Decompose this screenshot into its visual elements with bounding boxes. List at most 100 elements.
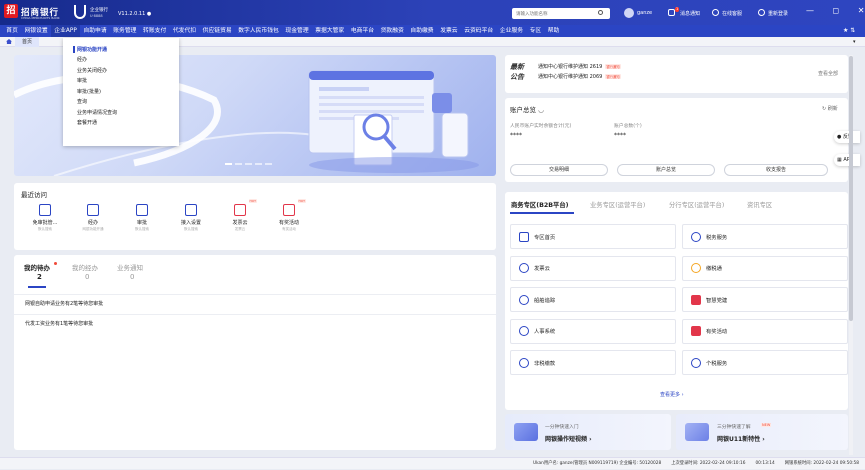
nav-item[interactable]: 云资码平台 — [461, 25, 497, 37]
dropdown-menu: 网银功能开通 经办 业务关闭经办 审批 审批(批量) 查询 业务申请情况查询 套餐开通 — [63, 38, 179, 146]
service-item[interactable]: 非税缴款 — [510, 350, 676, 375]
service-item[interactable]: 有奖活动 — [682, 318, 848, 344]
refresh-button[interactable]: ↻ 刷新 — [822, 105, 838, 112]
dropdown-item[interactable]: 业务申请情况查询 — [77, 109, 117, 116]
tab-branch-zone[interactable]: 分行专区(运营平台) — [669, 200, 724, 209]
announcement-text: 通知中心银行维护通知 2069 — [538, 74, 603, 80]
recent-access-sub: 默认搜索 — [135, 227, 149, 231]
service-item[interactable]: 发票云 — [510, 255, 676, 281]
service-label: 船舶追踪 — [534, 297, 556, 304]
recent-access-item[interactable]: 审批 默认搜索 — [117, 204, 167, 232]
user-icon — [691, 357, 701, 368]
bell-icon[interactable] — [668, 9, 675, 16]
service-item[interactable]: 缴税通 — [682, 255, 848, 281]
dropdown-item[interactable]: 业务关闭经办 — [77, 67, 107, 74]
nav-item[interactable]: 代发代扣 — [170, 25, 200, 37]
recent-access-item[interactable]: HOT 发票云 发票云 — [215, 199, 265, 232]
scrollbar-thumb[interactable] — [849, 56, 853, 321]
ebank-logo-icon — [74, 5, 86, 19]
tab-business-zone[interactable]: 业务专区(运营平台) — [590, 200, 645, 209]
nav-item[interactable]: 贷款融资 — [377, 25, 407, 37]
nav-item[interactable]: 自助申请 — [80, 25, 110, 37]
announcement-more-link[interactable]: 查看全部 — [818, 70, 838, 77]
income-report-button[interactable]: 收支报告 — [724, 164, 828, 176]
announcement-label-line: 最新 — [510, 63, 524, 71]
dropdown-item[interactable]: 查询 — [77, 98, 87, 105]
announcement-item[interactable]: 通知中心银行维护通知 2069 银行通知 — [538, 73, 621, 80]
user-name[interactable]: ganze — [637, 10, 652, 16]
message-notify-button[interactable]: 消息通知 — [680, 10, 700, 17]
nav-item[interactable]: 票据大管家 — [312, 25, 348, 37]
chevron-down-icon[interactable]: ▾ — [853, 39, 856, 45]
nav-extra-icons[interactable]: ★ ⇅ — [843, 25, 855, 37]
feedback-button[interactable]: ● 反馈 — [834, 131, 860, 143]
nav-item[interactable]: 网银设置 — [21, 25, 51, 37]
people-icon — [519, 326, 529, 336]
invoice-icon — [519, 263, 529, 273]
search-icon[interactable] — [598, 10, 603, 15]
online-service-button[interactable]: 在线客服 — [722, 10, 742, 17]
recent-access-item[interactable]: 接入设置 默认搜索 — [166, 204, 216, 232]
nav-item[interactable]: 首页 — [3, 25, 21, 37]
service-item[interactable]: 专区首页 — [510, 224, 676, 249]
nav-item[interactable]: 转账支付 — [140, 25, 170, 37]
nav-item[interactable]: 现金管理 — [282, 25, 312, 37]
nav-item[interactable]: 自助缴费 — [407, 25, 437, 37]
account-overview-title[interactable]: 账户总览 ◡ — [510, 104, 544, 114]
promo-title[interactable]: 网银操作短视频 › — [545, 434, 592, 443]
nav-item[interactable]: 数字人民币钱包 — [235, 25, 282, 37]
rmb-balance-value: **** — [510, 132, 522, 139]
tab-my-todo[interactable]: 我的待办 — [24, 262, 50, 272]
dropdown-item[interactable]: 经办 — [77, 56, 87, 63]
headset-icon[interactable] — [712, 9, 719, 16]
service-item[interactable]: 人事系统 — [510, 318, 676, 344]
service-item[interactable]: 个税服务 — [682, 350, 848, 375]
relogin-icon[interactable] — [758, 9, 765, 16]
tab-business-notice[interactable]: 业务通知 — [117, 262, 143, 272]
dropdown-item[interactable]: 套餐开通 — [77, 119, 97, 126]
service-item[interactable]: 税务服务 — [682, 224, 848, 249]
search-input[interactable] — [512, 8, 610, 19]
transaction-detail-button[interactable]: 交易明细 — [510, 164, 608, 176]
todo-count: 2 — [37, 273, 42, 281]
window-controls[interactable]: — ◻ ✕ — [806, 6, 865, 15]
announcement-tag: 银行通知 — [605, 64, 621, 69]
nav-item[interactable]: 电商平台 — [348, 25, 378, 37]
promo-title[interactable]: 网银U11新特性 › — [717, 434, 765, 443]
document-icon — [87, 204, 99, 216]
dropdown-item[interactable]: 审批 — [77, 77, 87, 84]
service-item[interactable]: 智慧党建 — [682, 287, 848, 312]
notice-count: 0 — [130, 273, 135, 281]
account-overview-button[interactable]: 账户总览 — [617, 164, 715, 176]
gift-icon — [691, 326, 701, 336]
nav-item[interactable]: 供应链贸易 — [199, 25, 235, 37]
nav-item[interactable]: 企业服务 — [497, 25, 527, 37]
recent-access-label: 经办 — [87, 220, 98, 226]
recent-access-sub: 默认搜索 — [184, 227, 198, 231]
dropdown-item[interactable]: 审批(批量) — [77, 88, 101, 95]
nav-item[interactable]: 企业APP — [51, 25, 81, 37]
recent-access-item[interactable]: 免审批管... 默认搜索 — [20, 204, 70, 232]
recent-access-item[interactable]: 经办 网银功能开通 — [68, 204, 118, 232]
active-tab-underline — [510, 212, 574, 214]
tab-info-zone[interactable]: 资讯专区 — [747, 200, 772, 209]
tab-my-handled[interactable]: 我的经办 — [72, 262, 98, 272]
nav-item[interactable]: 帮助 — [545, 25, 563, 37]
recent-access-item[interactable]: HOT 有奖活动 有奖活动 — [264, 199, 314, 232]
recent-access-sub: 默认搜索 — [38, 227, 52, 231]
ship-icon — [519, 294, 529, 305]
service-item[interactable]: 船舶追踪 — [510, 287, 676, 312]
nav-item[interactable]: 发票云 — [437, 25, 461, 37]
recent-access-title: 最近访问 — [21, 191, 47, 199]
nav-item[interactable]: 账务管理 — [110, 25, 140, 37]
view-more-link[interactable]: 查看更多 › — [660, 391, 684, 398]
app-button[interactable]: ▦ APP — [834, 154, 860, 166]
announcement-item[interactable]: 通知中心银行维护通知 2619 银行通知 — [538, 63, 621, 70]
nav-item[interactable]: 专区 — [526, 25, 544, 37]
tab-home[interactable]: 首页 — [15, 37, 40, 47]
todo-row[interactable]: 网银自助申请业务有2笔等待您审批 — [14, 294, 496, 312]
relogin-button[interactable]: 重新登录 — [768, 10, 788, 17]
tab-b2b-zone[interactable]: 商务专区(B2B平台) — [511, 200, 569, 209]
avatar[interactable] — [624, 8, 634, 18]
todo-row[interactable]: 代发工资业务有1笔等待您审批 — [14, 314, 496, 332]
